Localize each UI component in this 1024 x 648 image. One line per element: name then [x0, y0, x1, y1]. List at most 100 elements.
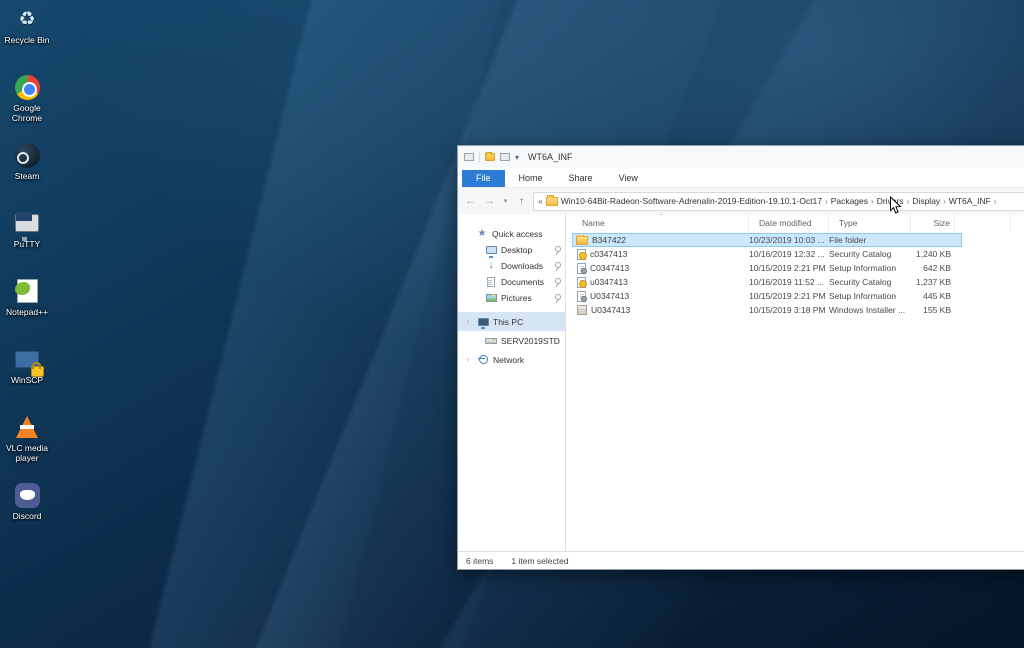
- explorer-folder-icon: [485, 153, 495, 161]
- file-row[interactable]: c0347413 10/16/2019 12:32 ... Security C…: [572, 247, 962, 261]
- breadcrumb-item[interactable]: Display: [912, 196, 940, 206]
- desktop-icon-label: Discord: [13, 511, 42, 521]
- new-folder-icon[interactable]: [500, 153, 510, 161]
- file-size: 1,240 KB: [911, 249, 955, 259]
- back-button[interactable]: ←: [463, 196, 478, 207]
- sidebar-item-label: Quick access: [492, 229, 543, 239]
- breadcrumb[interactable]: « Win10-64Bit-Radeon-Software-Adrenalin-…: [533, 192, 1024, 211]
- file-name: U0347413: [590, 291, 629, 301]
- column-header-type[interactable]: Type: [829, 214, 911, 232]
- discord-icon: [15, 483, 40, 508]
- column-header-label: Size: [933, 218, 950, 228]
- chevron-right-icon: ›: [907, 197, 910, 206]
- desktop-icon-notepad-plus-plus[interactable]: Notepad++: [2, 277, 52, 338]
- pin-icon: [553, 246, 561, 255]
- forward-button[interactable]: →: [482, 196, 497, 207]
- desktop: ♻ Recycle Bin Google Chrome Steam PuTTY …: [0, 0, 1024, 648]
- status-bar: 6 items 1 item selected: [458, 551, 1024, 569]
- titlebar[interactable]: ▾ WT6A_INF: [458, 146, 1024, 168]
- desktop-icon-discord[interactable]: Discord: [2, 481, 52, 542]
- recycle-bin-icon: ♻: [12, 5, 42, 33]
- file-size: 642 KB: [911, 263, 955, 273]
- sidebar-item-downloads[interactable]: ↓ Downloads: [458, 258, 565, 274]
- desktop-icon-label: Recycle Bin: [5, 35, 50, 45]
- vlc-icon: [16, 416, 38, 438]
- network-icon: [477, 354, 489, 365]
- column-header-size[interactable]: Size: [911, 214, 955, 232]
- putty-icon: [15, 214, 39, 232]
- file-name: C0347413: [590, 263, 629, 273]
- tab-file[interactable]: File: [462, 170, 505, 187]
- file-row[interactable]: u0347413 10/16/2019 11:52 ... Security C…: [572, 275, 962, 289]
- file-date: 10/16/2019 12:32 ...: [749, 249, 829, 259]
- desktop-icon-label: Steam: [15, 171, 40, 181]
- desktop-icon-label: Notepad++: [6, 307, 48, 317]
- column-header-blank: [955, 214, 1011, 232]
- file-size: 1,237 KB: [911, 277, 955, 287]
- desktop-icon-google-chrome[interactable]: Google Chrome: [2, 73, 52, 134]
- sidebar-item-quick-access[interactable]: ★ Quick access: [458, 226, 565, 242]
- file-type: Setup Information: [829, 263, 911, 273]
- qat-customize-icon[interactable]: ▾: [515, 153, 519, 162]
- sidebar-item-documents[interactable]: Documents: [458, 274, 565, 290]
- file-size: 445 KB: [911, 291, 955, 301]
- sidebar-item-drive-d[interactable]: SERV2019STD (D:): [458, 331, 565, 350]
- file-date: 10/23/2019 10:03 ...: [749, 235, 829, 245]
- desktop-icon-label: Google Chrome: [2, 103, 52, 123]
- column-headers: ˆ Name Date modified Type Size: [572, 214, 1024, 232]
- file-row[interactable]: U0347413 10/15/2019 3:18 PM Windows Inst…: [572, 303, 962, 317]
- security-catalog-icon: [577, 249, 586, 260]
- security-catalog-icon: [577, 277, 586, 288]
- folder-icon: [576, 236, 588, 245]
- breadcrumb-item[interactable]: Win10-64Bit-Radeon-Software-Adrenalin-20…: [561, 196, 822, 206]
- desktop-icon-winscp[interactable]: WinSCP: [2, 345, 52, 406]
- file-row[interactable]: C0347413 10/15/2019 2:21 PM Setup Inform…: [572, 261, 962, 275]
- sidebar-item-desktop[interactable]: Desktop: [458, 242, 565, 258]
- column-header-label: Date modified: [759, 218, 811, 228]
- column-header-label: Type: [839, 218, 857, 228]
- chrome-icon: [15, 75, 40, 100]
- file-name-cell: c0347413: [572, 249, 749, 260]
- file-type: Setup Information: [829, 291, 911, 301]
- sidebar-item-this-pc[interactable]: › This PC: [458, 312, 565, 331]
- pin-icon: [553, 262, 561, 271]
- chevron-right-icon[interactable]: ›: [467, 355, 473, 364]
- tab-view[interactable]: View: [607, 170, 650, 187]
- tab-home[interactable]: Home: [507, 170, 555, 187]
- sidebar-item-label: Pictures: [501, 293, 532, 303]
- desktop-icon-putty[interactable]: PuTTY: [2, 209, 52, 270]
- file-name: u0347413: [590, 277, 628, 287]
- column-header-date-modified[interactable]: Date modified: [749, 214, 829, 232]
- breadcrumb-overflow-icon[interactable]: «: [538, 196, 543, 206]
- breadcrumb-item[interactable]: Packages: [831, 196, 868, 206]
- recent-locations-button[interactable]: ▾: [501, 197, 510, 205]
- setup-information-icon: [577, 291, 586, 302]
- properties-icon[interactable]: [464, 153, 474, 161]
- pin-icon: [553, 278, 561, 287]
- sidebar-item-network[interactable]: › Network: [458, 350, 565, 369]
- explorer-content: ★ Quick access Desktop ↓ Downloads Docum…: [458, 214, 1024, 551]
- sidebar-item-label: Downloads: [501, 261, 543, 271]
- sidebar-item-label: Desktop: [501, 245, 532, 255]
- desktop-icon-vlc[interactable]: VLC media player: [2, 413, 52, 474]
- explorer-window: ▾ WT6A_INF File Home Share View ← → ▾ ↑ …: [457, 145, 1024, 570]
- tab-share[interactable]: Share: [557, 170, 605, 187]
- chevron-right-icon[interactable]: ›: [467, 317, 473, 326]
- pin-icon: [553, 294, 561, 303]
- setup-information-icon: [577, 263, 586, 274]
- file-date: 10/15/2019 2:21 PM: [749, 291, 829, 301]
- recycle-glyph: ♻: [18, 8, 35, 31]
- breadcrumb-item[interactable]: WT6A_INF: [949, 196, 991, 206]
- file-row[interactable]: U0347413 10/15/2019 2:21 PM Setup Inform…: [572, 289, 962, 303]
- file-list-area: ˆ Name Date modified Type Size B347422 1…: [566, 214, 1024, 551]
- desktop-icon-recycle-bin[interactable]: ♻ Recycle Bin: [2, 5, 52, 66]
- breadcrumb-folder-icon: [546, 197, 558, 206]
- sidebar-item-pictures[interactable]: Pictures: [458, 290, 565, 306]
- file-name: U0347413: [591, 305, 630, 315]
- chevron-right-icon: ›: [943, 197, 946, 206]
- column-header-name[interactable]: ˆ Name: [572, 214, 749, 232]
- file-row[interactable]: B347422 10/23/2019 10:03 ... File folder: [572, 233, 962, 247]
- up-button[interactable]: ↑: [514, 196, 529, 207]
- file-name-cell: U0347413: [572, 291, 749, 302]
- desktop-icon-steam[interactable]: Steam: [2, 141, 52, 202]
